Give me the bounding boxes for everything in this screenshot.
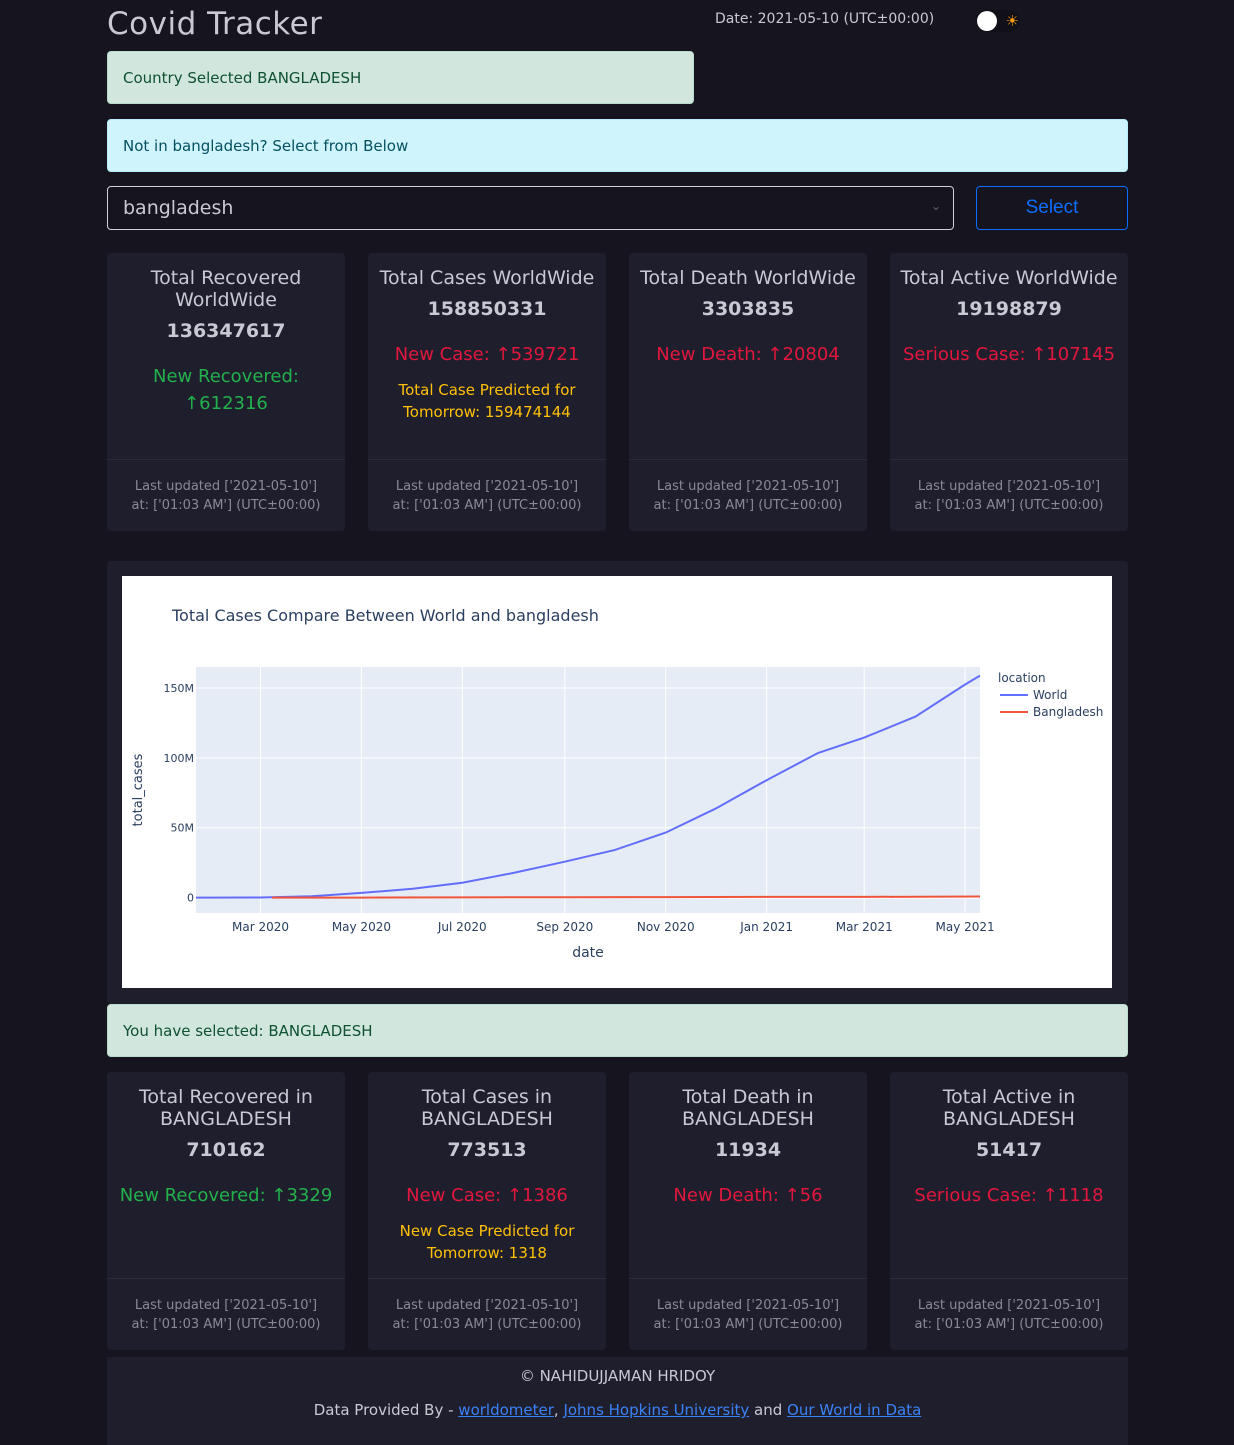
stat-value: 11934 (714, 1139, 782, 1161)
legend-label: Bangladesh (1033, 705, 1103, 719)
y-axis-label: total_cases (131, 753, 146, 826)
stat-last-updated: Last updated ['2021-05-10'] at: ['01:03 … (890, 1278, 1128, 1350)
you-selected-text: You have selected: BANGLADESH (123, 1021, 373, 1040)
stat-last-updated: Last updated ['2021-05-10'] at: ['01:03 … (107, 459, 345, 531)
y-tick-label: 150M (164, 682, 195, 695)
plot-background (196, 667, 980, 913)
x-tick-label: Mar 2021 (836, 920, 893, 934)
not-in-country-text: Not in bangladesh? Select from Below (123, 136, 409, 155)
country-selected-text: Country Selected BANGLADESH (123, 68, 362, 87)
x-tick-label: May 2020 (332, 920, 391, 934)
stat-delta: New Recovered: ↑3329 (119, 1185, 333, 1206)
select-button[interactable]: Select (976, 186, 1128, 230)
country-select[interactable]: bangladesh ⌄ (107, 186, 954, 230)
copyright: © NAHIDUJJAMAN HRIDOY (519, 1367, 716, 1385)
x-tick-label: May 2021 (936, 920, 995, 934)
stat-delta: Serious Case: ↑107145 (902, 344, 1116, 365)
x-tick-label: Jan 2021 (739, 920, 793, 934)
chart-title: Total Cases Compare Between World and ba… (171, 606, 599, 625)
series-line-bangladesh (272, 895, 981, 899)
stat-value: 19198879 (956, 298, 1062, 320)
stat-title: Total Cases WorldWide (379, 267, 595, 289)
stat-value: 136347617 (166, 320, 286, 342)
y-tick-label: 0 (187, 892, 194, 905)
stat-card: Total Cases in BANGLADESH 773513 New Case:… (368, 1072, 606, 1350)
toggle-knob (977, 11, 997, 31)
y-tick-label: 50M (171, 822, 195, 835)
chart-card: Total Cases Compare Between World and ba… (107, 561, 1128, 1004)
stat-last-updated: Last updated ['2021-05-10'] at: ['01:03 … (107, 1278, 345, 1350)
stat-title: Total Recovered in BANGLADESH (139, 1086, 313, 1130)
chevron-down-icon: ⌄ (930, 199, 941, 213)
stat-title: Total Active in BANGLADESH (942, 1086, 1076, 1130)
stat-card: Total Active WorldWide 19198879 Serious Ca… (890, 253, 1128, 531)
stat-card: Total Cases WorldWide 158850331 New Case: … (368, 253, 606, 531)
app-title: Covid Tracker (107, 6, 323, 42)
data-sources: Data Provided By - worldometer, Johns Ho… (107, 1401, 1128, 1419)
stat-card: Total Death in BANGLADESH 11934 New Death:… (629, 1072, 867, 1350)
stat-last-updated: Last updated ['2021-05-10'] at: ['01:03 … (890, 459, 1128, 531)
stat-card: Total Recovered WorldWide 136347617 New Re… (107, 253, 345, 531)
stat-last-updated: Last updated ['2021-05-10'] at: ['01:03 … (368, 459, 606, 531)
x-tick-label: Mar 2020 (232, 920, 289, 934)
x-axis-label: date (572, 945, 604, 961)
stat-title: Total Death in BANGLADESH (682, 1086, 814, 1130)
owid-link[interactable]: Our World in Data (787, 1401, 921, 1419)
stat-delta: New Death: ↑56 (673, 1185, 823, 1206)
footer: © NAHIDUJJAMAN HRIDOY Data Provided By -… (107, 1357, 1128, 1445)
y-tick-label: 100M (164, 752, 195, 765)
stat-title: Total Recovered WorldWide (150, 267, 302, 311)
stat-prediction: Total Case Predicted for Tomorrow: 15947… (398, 381, 576, 421)
not-in-country-alert: Not in bangladesh? Select from Below (107, 119, 1128, 172)
stat-value: 51417 (975, 1139, 1043, 1161)
stat-title: Total Death WorldWide (640, 267, 856, 289)
stat-title: Total Active WorldWide (900, 267, 1118, 289)
stat-card: Total Active in BANGLADESH 51417 Serious C… (890, 1072, 1128, 1350)
stat-value: 3303835 (701, 298, 795, 320)
stat-last-updated: Last updated ['2021-05-10'] at: ['01:03 … (629, 1278, 867, 1350)
legend-label: World (1033, 688, 1067, 702)
stat-value: 710162 (186, 1139, 266, 1161)
stat-delta: New Recovered: ↑612316 (153, 366, 299, 414)
stat-delta: New Case: ↑539721 (394, 344, 580, 365)
stat-delta: Serious Case: ↑1118 (914, 1185, 1104, 1206)
total-cases-chart[interactable]: Total Cases Compare Between World and ba… (122, 576, 1112, 988)
stat-title: Total Cases in BANGLADESH (421, 1086, 553, 1130)
stat-last-updated: Last updated ['2021-05-10'] at: ['01:03 … (368, 1278, 606, 1350)
jhu-link[interactable]: Johns Hopkins University (563, 1401, 749, 1419)
x-tick-label: Sep 2020 (536, 920, 593, 934)
provided-prefix: Data Provided By - (313, 1401, 459, 1419)
x-tick-label: Jul 2020 (437, 920, 487, 934)
x-tick-label: Nov 2020 (637, 920, 695, 934)
worldometer-link[interactable]: worldometer (458, 1401, 554, 1419)
you-selected-alert: You have selected: BANGLADESH (107, 1004, 1128, 1057)
sep-2: and (749, 1401, 788, 1419)
stat-delta: New Case: ↑1386 (406, 1185, 568, 1206)
stat-delta: New Death: ↑20804 (656, 344, 840, 365)
stat-value: 158850331 (427, 298, 547, 320)
stat-card: Total Recovered in BANGLADESH 710162 New R… (107, 1072, 345, 1350)
stat-card: Total Death WorldWide 3303835 New Death: ↑… (629, 253, 867, 531)
stat-value: 773513 (447, 1139, 527, 1161)
date-display: Date: 2021-05-10 (UTC±00:00) (715, 11, 935, 27)
legend-title: location (998, 671, 1046, 685)
stat-prediction: New Case Predicted for Tomorrow: 1318 (399, 1222, 575, 1262)
theme-toggle[interactable]: ☀ (976, 10, 1020, 32)
country-select-value: bangladesh (123, 197, 234, 219)
country-selected-alert: Country Selected BANGLADESH (107, 51, 694, 104)
stat-last-updated: Last updated ['2021-05-10'] at: ['01:03 … (629, 459, 867, 531)
sun-icon: ☀ (1005, 12, 1019, 30)
chart-area: Total Cases Compare Between World and ba… (122, 576, 1112, 988)
